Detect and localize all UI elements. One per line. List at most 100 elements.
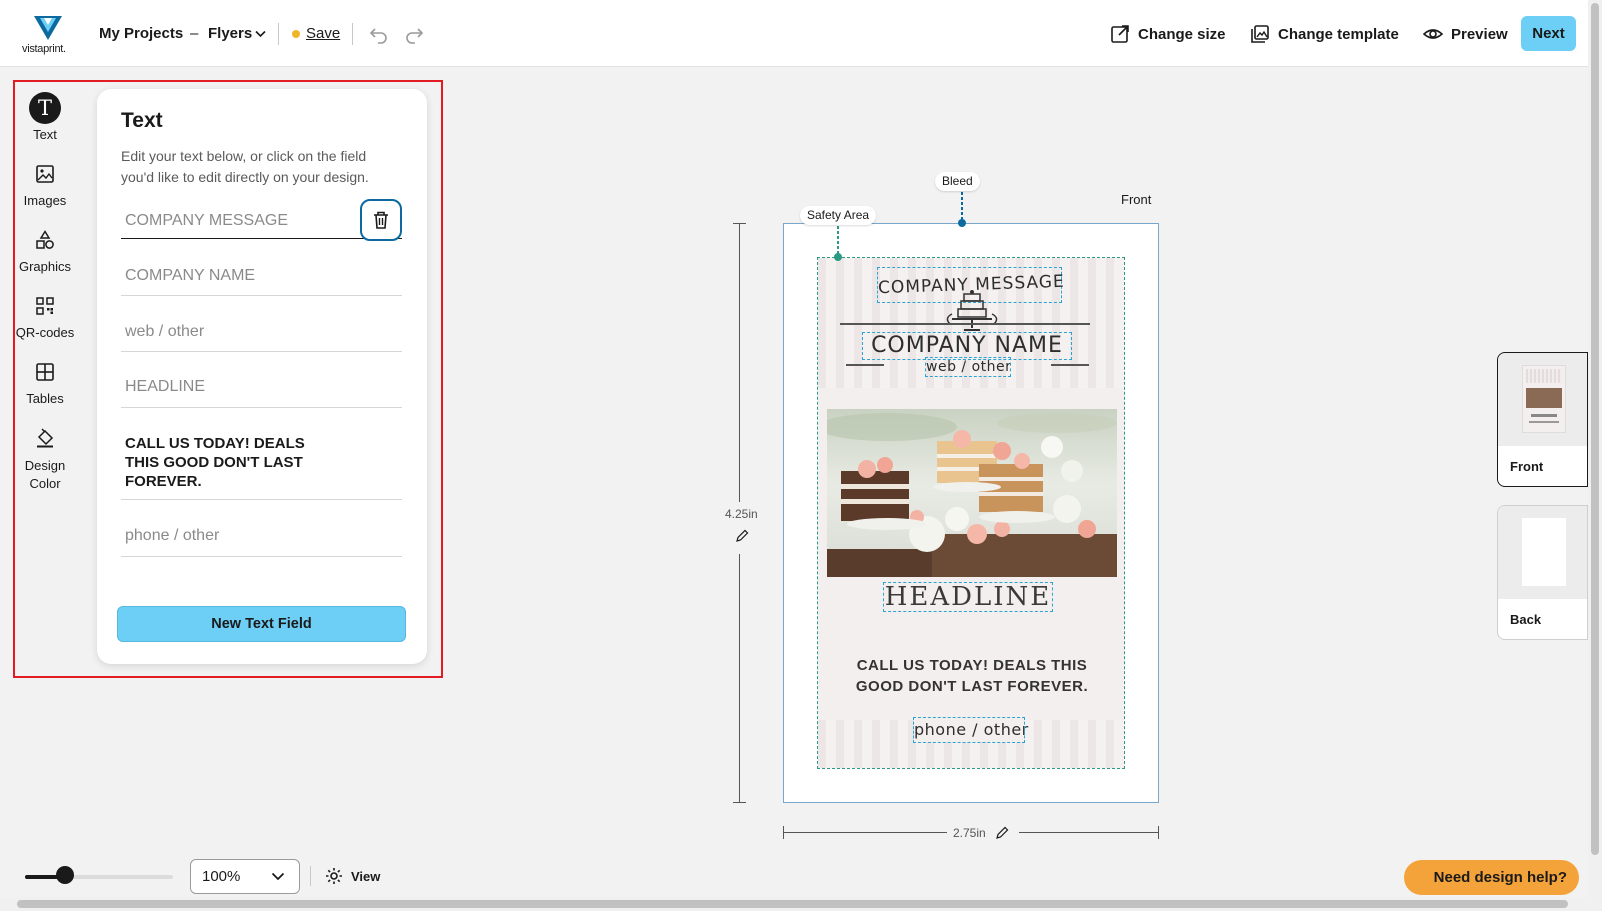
- side-label: Front: [1121, 192, 1152, 207]
- front-thumbnail-preview: [1522, 365, 1566, 433]
- flyer-web[interactable]: web / other: [925, 357, 1011, 377]
- save-button[interactable]: Save: [306, 25, 340, 42]
- thumbnail-image: [1498, 506, 1587, 599]
- view-label: View: [351, 868, 381, 884]
- preview-label: Preview: [1451, 25, 1508, 43]
- sidebar-item-qr-codes[interactable]: QR-codes: [14, 290, 76, 340]
- thumbnail-image: [1498, 353, 1587, 446]
- product-label: Flyers: [208, 25, 253, 42]
- pencil-icon: [736, 529, 749, 542]
- cake-photo[interactable]: [827, 409, 1117, 577]
- panel-description: Edit your text below, or click on the fi…: [121, 148, 369, 185]
- field-placeholder: HEADLINE: [125, 378, 206, 395]
- sidebar-item-images[interactable]: Images: [14, 158, 76, 208]
- product-dropdown[interactable]: Flyers: [208, 25, 266, 42]
- field-value: CALL US TODAY! DEALS THIS GOOD DON'T LAS…: [125, 435, 305, 490]
- text-field-company-name[interactable]: COMPANY NAME: [121, 257, 402, 296]
- text-icon: T: [29, 92, 61, 124]
- new-text-field-button[interactable]: New Text Field: [117, 606, 406, 642]
- text-field-web[interactable]: web / other: [121, 314, 402, 352]
- change-size-label: Change size: [1138, 25, 1226, 43]
- flyer-headline[interactable]: HEADLINE: [883, 582, 1053, 612]
- sidebar-item-label: QR-codes: [15, 325, 75, 340]
- vertical-scrollbar[interactable]: [1588, 0, 1602, 911]
- page-label: Front: [1510, 459, 1544, 474]
- paint-bucket-icon: [37, 428, 54, 448]
- flyer-company-name[interactable]: COMPANY NAME: [862, 332, 1072, 360]
- flyer-body-text[interactable]: CALL US TODAY! DEALS THIS GOOD DON'T LAS…: [838, 655, 1106, 697]
- divider-line: [1051, 364, 1089, 366]
- divider-line: [840, 323, 1090, 325]
- safety-area-marker: [834, 226, 842, 261]
- field-placeholder: COMPANY NAME: [125, 267, 256, 284]
- view-button[interactable]: View: [325, 867, 380, 885]
- width-value: 2.75in: [953, 826, 986, 840]
- dimension-tick: [733, 223, 746, 224]
- divider: [352, 23, 353, 45]
- template-icon: [1251, 25, 1269, 43]
- change-template-label: Change template: [1278, 25, 1399, 43]
- page-thumbnail-back[interactable]: Back: [1497, 505, 1588, 640]
- divider: [278, 23, 279, 45]
- bleed-label: Bleed: [935, 172, 980, 191]
- flyer-phone[interactable]: phone / other: [913, 717, 1028, 743]
- next-button[interactable]: Next: [1521, 16, 1576, 51]
- qr-code-icon: [36, 297, 54, 315]
- zoom-slider-handle[interactable]: [55, 866, 74, 884]
- height-dimension-label[interactable]: 4.25in: [718, 502, 764, 554]
- breadcrumb-separator: –: [190, 25, 199, 42]
- top-bar: vistaprint. My Projects – Flyers Save Ch…: [0, 0, 1588, 67]
- change-size-button[interactable]: Change size: [1110, 22, 1226, 46]
- cake-icon: [946, 290, 998, 331]
- sidebar-item-text[interactable]: T Text: [14, 92, 76, 142]
- field-placeholder: phone / other: [125, 527, 220, 544]
- unsaved-indicator: [292, 30, 300, 38]
- safety-area-label: Safety Area: [800, 206, 877, 225]
- image-icon: [36, 165, 54, 183]
- field-placeholder: web / other: [125, 323, 205, 340]
- design-help-button[interactable]: Need design help?: [1404, 860, 1579, 895]
- change-template-button[interactable]: Change template: [1250, 22, 1399, 46]
- page-thumbnail-front[interactable]: Front: [1497, 352, 1588, 487]
- scrollbar-thumb[interactable]: [1591, 3, 1599, 855]
- my-projects-link[interactable]: My Projects: [99, 25, 183, 42]
- back-thumbnail-preview: [1522, 518, 1566, 586]
- shapes-icon: [36, 230, 54, 249]
- zoom-select[interactable]: 100%: [190, 859, 300, 894]
- sidebar-item-tables[interactable]: Tables: [14, 356, 76, 406]
- chevron-down-icon: [271, 872, 285, 881]
- logo-text: vistaprint.: [22, 43, 66, 55]
- undo-icon[interactable]: [369, 24, 389, 44]
- page-label: Back: [1510, 612, 1542, 627]
- preview-button[interactable]: Preview: [1423, 22, 1508, 46]
- dimension-tick: [1158, 826, 1159, 839]
- field-placeholder: COMPANY MESSAGE: [125, 212, 288, 229]
- sidebar-item-design-color[interactable]: Design Color: [14, 422, 76, 493]
- sidebar-item-label: Design Color: [24, 458, 66, 491]
- sidebar-item-label: Graphics: [18, 259, 72, 274]
- pencil-icon: [996, 826, 1009, 839]
- height-value: 4.25in: [725, 507, 758, 521]
- divider-line: [846, 364, 884, 366]
- text-panel: Text Edit your text below, or click on t…: [97, 89, 427, 664]
- eye-icon: [1423, 29, 1443, 39]
- sidebar-item-graphics[interactable]: Graphics: [14, 224, 76, 274]
- vistaprint-logo[interactable]: vistaprint.: [22, 16, 72, 56]
- width-dimension-label[interactable]: 2.75in: [947, 823, 1019, 843]
- dimension-tick: [783, 826, 784, 839]
- text-field-phone[interactable]: phone / other: [121, 517, 402, 557]
- vistaprint-logo-icon: [34, 16, 62, 40]
- resize-icon: [1111, 25, 1129, 43]
- text-field-headline[interactable]: HEADLINE: [121, 369, 402, 408]
- delete-field-button[interactable]: [360, 199, 402, 241]
- sidebar-item-label: Tables: [26, 391, 64, 406]
- horizontal-scrollbar[interactable]: [0, 897, 1588, 911]
- flyer-design[interactable]: COMPANY MESSAGE COMPANY NAME web / other: [817, 257, 1125, 769]
- text-field-body[interactable]: CALL US TODAY! DEALS THIS GOOD DON'T LAS…: [121, 425, 402, 500]
- zoom-slider[interactable]: [25, 875, 173, 879]
- cake-photo-image: [827, 409, 1117, 577]
- scrollbar-thumb[interactable]: [17, 900, 1568, 908]
- redo-icon[interactable]: [404, 24, 424, 44]
- chevron-down-icon: [255, 30, 266, 38]
- zoom-value: 100%: [202, 868, 241, 885]
